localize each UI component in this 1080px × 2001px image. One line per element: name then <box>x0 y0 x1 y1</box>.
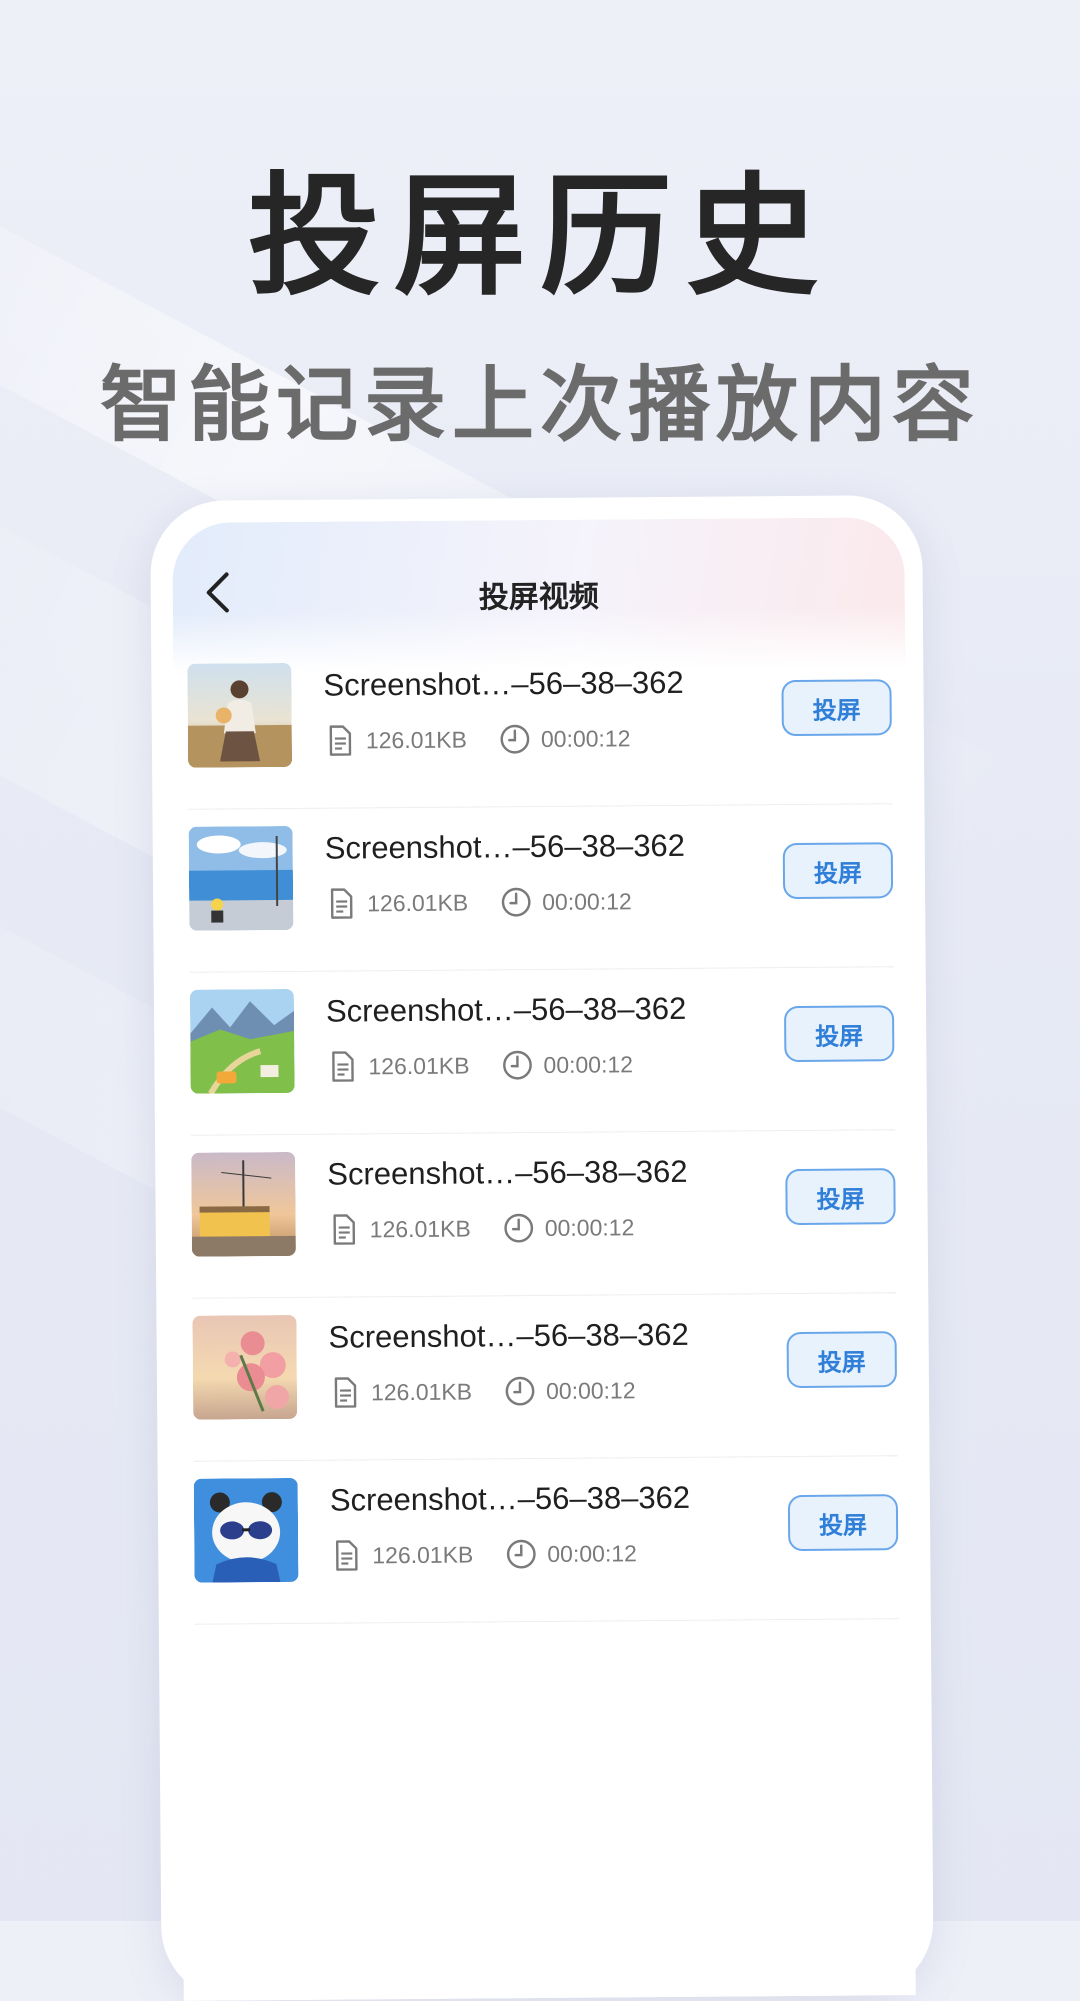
file-size: 126.01KB <box>371 1378 472 1406</box>
promo-headline: 投屏历史 <box>0 130 1080 321</box>
video-thumbnail <box>194 1478 299 1583</box>
clock-icon <box>503 1211 535 1245</box>
video-meta: 126.01KB 00:00:12 <box>328 1210 635 1246</box>
file-size: 126.01KB <box>367 889 468 917</box>
cast-button[interactable]: 投屏 <box>787 1331 897 1388</box>
clock-icon <box>501 1048 533 1082</box>
video-duration: 00:00:12 <box>541 725 631 753</box>
promo-subheadline: 智能记录上次播放内容 <box>0 338 1080 457</box>
clock-icon <box>505 1537 537 1571</box>
video-thumbnail <box>187 663 292 768</box>
video-meta: 126.01KB 00:00:12 <box>326 1047 633 1083</box>
video-thumbnail <box>189 826 294 931</box>
file-icon <box>330 1538 362 1572</box>
list-item[interactable]: Screenshot…–56–38–362 126.01KB 00:00:12 … <box>190 967 895 1136</box>
file-size: 126.01KB <box>368 1052 469 1080</box>
video-meta: 126.01KB 00:00:12 <box>329 1373 636 1409</box>
video-title: Screenshot…–56–38–362 <box>325 827 745 866</box>
video-duration: 00:00:12 <box>542 888 632 916</box>
video-title: Screenshot…–56–38–362 <box>330 1479 750 1518</box>
phone-screen: 投屏视频 Screenshot…–56–38–362 <box>172 517 916 2001</box>
file-icon <box>328 1212 360 1246</box>
file-size: 126.01KB <box>370 1215 471 1243</box>
video-thumbnail <box>191 1152 296 1257</box>
clock-icon <box>500 885 532 919</box>
file-size: 126.01KB <box>372 1541 473 1569</box>
list-item[interactable]: Screenshot…–56–38–362 126.01KB 00:00:12 … <box>192 1293 897 1462</box>
cast-button[interactable]: 投屏 <box>788 1494 898 1551</box>
video-thumbnail <box>192 1315 297 1420</box>
file-size: 126.01KB <box>366 726 467 754</box>
clock-icon <box>504 1374 536 1408</box>
video-duration: 00:00:12 <box>546 1377 636 1405</box>
video-title: Screenshot…–56–38–362 <box>323 664 743 703</box>
cast-button[interactable]: 投屏 <box>781 679 891 736</box>
list-item[interactable]: Screenshot…–56–38–362 126.01KB 00:00:12 … <box>187 641 892 810</box>
clock-icon <box>499 722 531 756</box>
video-duration: 00:00:12 <box>547 1540 637 1568</box>
video-title: Screenshot…–56–38–362 <box>327 1153 747 1192</box>
list-item[interactable]: Screenshot…–56–38–362 126.01KB 00:00:12 … <box>191 1130 896 1299</box>
video-title: Screenshot…–56–38–362 <box>326 990 746 1029</box>
video-title: Screenshot…–56–38–362 <box>328 1316 748 1355</box>
list-item[interactable]: Screenshot…–56–38–362 126.01KB 00:00:12 … <box>194 1456 899 1625</box>
file-icon <box>325 886 357 920</box>
video-meta: 126.01KB 00:00:12 <box>324 721 631 757</box>
phone-frame: 投屏视频 Screenshot…–56–38–362 <box>150 495 934 2001</box>
video-meta: 126.01KB 00:00:12 <box>325 884 632 920</box>
file-icon <box>326 1049 358 1083</box>
list-item[interactable]: Screenshot…–56–38–362 126.01KB 00:00:12 … <box>188 804 893 973</box>
video-meta: 126.01KB 00:00:12 <box>330 1536 637 1572</box>
file-icon <box>329 1375 361 1409</box>
video-thumbnail <box>190 989 295 1094</box>
cast-button[interactable]: 投屏 <box>784 1005 894 1062</box>
cast-button[interactable]: 投屏 <box>785 1168 895 1225</box>
history-list: Screenshot…–56–38–362 126.01KB 00:00:12 … <box>187 641 899 1624</box>
cast-button[interactable]: 投屏 <box>783 842 893 899</box>
file-icon <box>324 723 356 757</box>
video-duration: 00:00:12 <box>545 1214 635 1242</box>
page-title: 投屏视频 <box>173 569 905 619</box>
video-duration: 00:00:12 <box>543 1051 633 1079</box>
